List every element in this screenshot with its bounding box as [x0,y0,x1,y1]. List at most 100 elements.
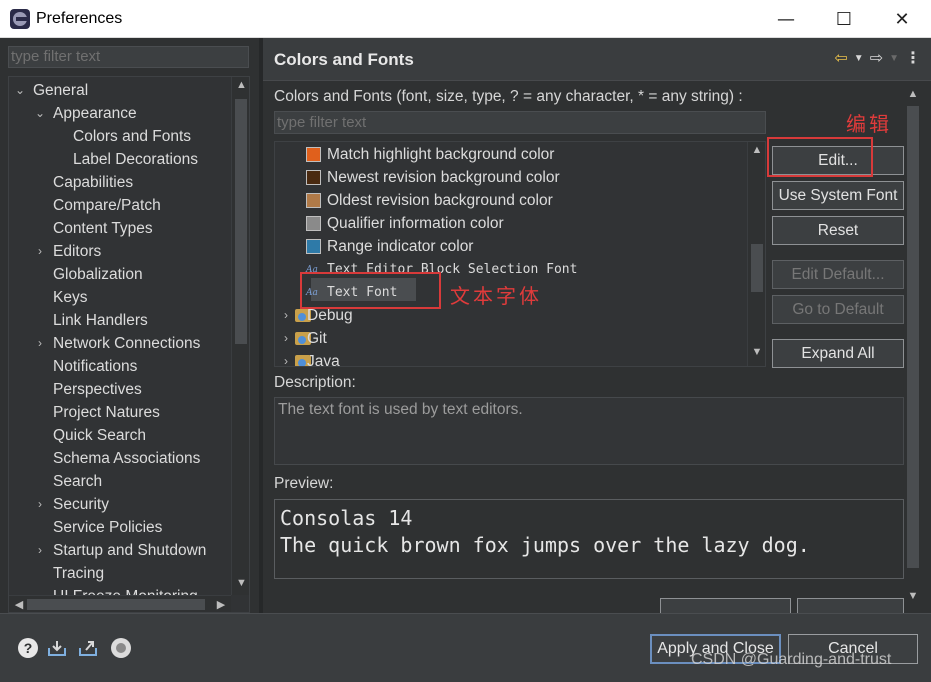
scroll-thumb[interactable] [907,106,919,568]
back-menu-chevron-icon[interactable]: ▼ [854,53,864,64]
tree-vertical-scrollbar[interactable]: ▲ ▼ [747,142,765,366]
color-tree-item[interactable]: Oldest revision background color [275,189,745,212]
nav-tree-item[interactable]: Keys [9,286,231,309]
chevron-right-icon[interactable]: › [279,304,293,327]
color-tree-item[interactable]: Qualifier information color [275,212,745,235]
color-tree-item[interactable]: Match highlight background color [275,143,745,166]
colors-filter-input[interactable]: type filter text [274,111,766,134]
chevron-right-icon[interactable]: › [279,327,293,350]
color-tree-item-label: Java [307,353,340,367]
nav-tree-item[interactable]: Colors and Fonts [9,125,231,148]
scroll-up-icon[interactable]: ▲ [232,79,249,91]
help-icon[interactable]: ? [18,638,38,658]
nav-tree-item[interactable]: Schema Associations [9,447,231,470]
nav-tree-item-label: Perspectives [53,381,142,398]
chevron-down-icon[interactable]: ⌄ [33,102,47,125]
expand-all-button[interactable]: Expand All [772,339,904,368]
nav-tree-item[interactable]: › Editors [9,240,231,263]
scroll-up-icon[interactable]: ▲ [748,144,765,156]
color-tree-item-label: Oldest revision background color [327,192,553,209]
nav-tree-item-label: Content Types [53,220,153,237]
restore-defaults-button[interactable] [660,598,791,613]
nav-tree-item[interactable]: Quick Search [9,424,231,447]
scroll-up-icon[interactable]: ▲ [904,88,922,100]
use-system-font-button[interactable]: Use System Font [772,181,904,210]
scroll-thumb[interactable] [27,599,205,610]
color-tree-item-label: Newest revision background color [327,169,560,186]
nav-tree-item[interactable]: UI Freeze Monitoring [9,585,231,595]
nav-tree-item-label: Label Decorations [73,151,198,168]
watermark: CSDN @Guarding-and-trust [691,651,892,668]
chevron-right-icon[interactable]: › [33,240,47,263]
colors-fonts-label: Colors and Fonts (font, size, type, ? = … [274,88,743,105]
nav-tree-item[interactable]: › Startup and Shutdown [9,539,231,562]
preview-label: Preview: [274,475,334,492]
nav-tree-item[interactable]: Notifications [9,355,231,378]
chevron-right-icon[interactable]: › [33,332,47,355]
color-tree-item[interactable]: Newest revision background color [275,166,745,189]
description-text: The text font is used by text editors. [274,397,904,465]
minimize-button[interactable]: — [757,0,815,38]
nav-tree-item-label: Globalization [53,266,143,283]
nav-tree-item[interactable]: ⌄ General [9,79,231,102]
scroll-down-icon[interactable]: ▼ [748,346,765,358]
scroll-down-icon[interactable]: ▼ [232,577,249,589]
nav-tree-item[interactable]: Perspectives [9,378,231,401]
close-button[interactable]: ✕ [873,0,931,38]
nav-tree-item-label: Network Connections [53,335,201,352]
tree-vertical-scrollbar[interactable]: ▲ ▼ [231,77,249,595]
nav-tree-item-label: Capabilities [53,174,134,191]
scroll-down-icon[interactable]: ▼ [904,590,922,602]
scroll-right-icon[interactable]: ▶ [213,596,229,612]
nav-tree-item-label: Service Policies [53,519,163,536]
nav-tree-item[interactable]: › Network Connections [9,332,231,355]
nav-filter-input[interactable]: type filter text [8,46,249,68]
chevron-right-icon[interactable]: › [33,493,47,516]
nav-tree-item[interactable]: ⌄ Appearance [9,102,231,125]
nav-tree-item[interactable]: Label Decorations [9,148,231,171]
color-tree-item[interactable]: › Java [275,350,745,367]
preferences-tree: ⌄ General ⌄ Appearance Colors and Fonts Label… [8,76,250,613]
go-to-default-button[interactable]: Go to Default [772,295,904,324]
nav-tree-item[interactable]: Capabilities [9,171,231,194]
scroll-thumb[interactable] [235,99,247,344]
nav-tree-item[interactable]: Compare/Patch [9,194,231,217]
preview-sample-text: The quick brown fox jumps over the lazy … [280,533,810,557]
nav-tree-item[interactable]: Service Policies [9,516,231,539]
back-arrow-icon[interactable]: ⇦ [834,48,847,68]
nav-tree-item[interactable]: Tracing [9,562,231,585]
export-icon[interactable] [78,638,98,658]
text-font-annotation-box [300,272,441,309]
nav-tree-item[interactable]: Project Natures [9,401,231,424]
page-header: Colors and Fonts ⇦ ▼ ⇨ ▼ ⋮ [263,38,931,81]
nav-tree-item[interactable]: Content Types [9,217,231,240]
scroll-left-icon[interactable]: ◀ [11,596,27,612]
apply-button[interactable] [797,598,904,613]
chevron-right-icon[interactable]: › [279,350,293,366]
edit-default-button[interactable]: Edit Default... [772,260,904,289]
reset-button[interactable]: Reset [772,216,904,245]
color-tree-item[interactable]: Range indicator color [275,235,745,258]
record-icon[interactable] [111,638,131,658]
nav-tree-item[interactable]: › Security [9,493,231,516]
nav-tree-item-label: Startup and Shutdown [53,542,207,559]
tree-horizontal-scrollbar[interactable]: ◀ ▶ [9,595,231,612]
import-icon[interactable] [47,638,67,658]
maximize-button[interactable]: ☐ [815,0,873,38]
page-vertical-scrollbar[interactable]: ▲ ▼ [904,86,922,608]
scroll-thumb[interactable] [751,244,763,292]
nav-tree-item[interactable]: Search [9,470,231,493]
nav-tree-item[interactable]: Globalization [9,263,231,286]
nav-tree-item[interactable]: Link Handlers [9,309,231,332]
color-swatch-icon [306,170,321,185]
nav-tree-item-label: Colors and Fonts [73,128,192,145]
forward-arrow-icon[interactable]: ⇨ [870,48,883,68]
forward-menu-chevron-icon[interactable]: ▼ [889,53,899,64]
nav-tree-item-label: Editors [53,243,102,260]
text-font-annotation-label: 文本字体 [450,284,542,308]
chevron-down-icon[interactable]: ⌄ [13,79,27,102]
color-tree-item[interactable]: › Git [275,327,745,350]
view-menu-icon[interactable]: ⋮ [905,48,921,68]
chevron-right-icon[interactable]: › [33,539,47,562]
preferences-tree-items: ⌄ General ⌄ Appearance Colors and Fonts Label… [9,77,231,595]
